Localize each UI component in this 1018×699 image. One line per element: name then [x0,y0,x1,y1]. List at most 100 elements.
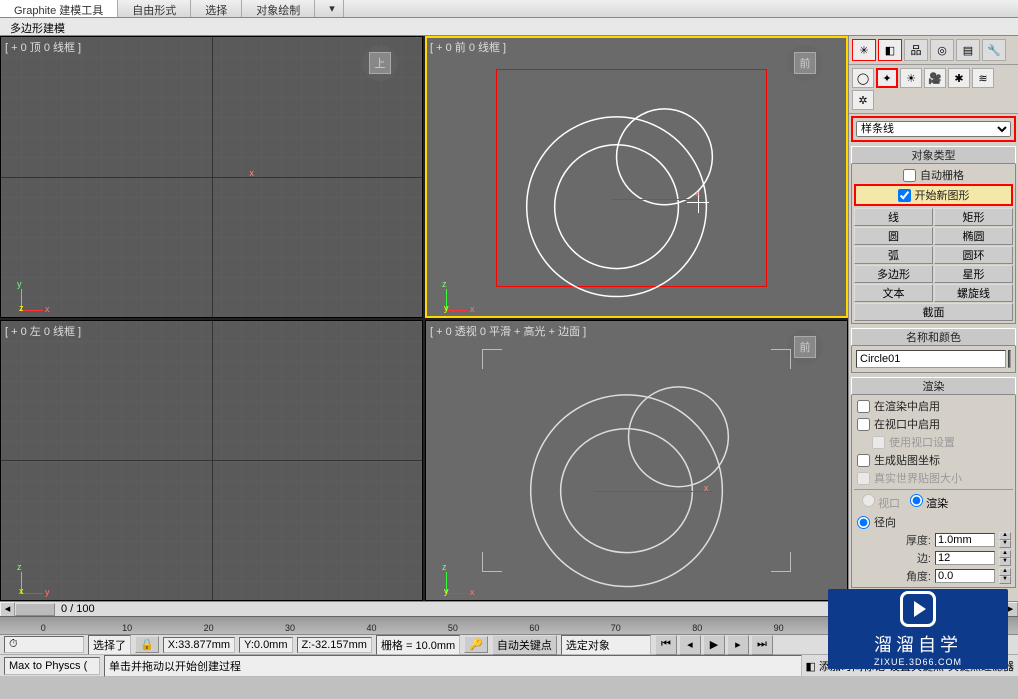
tick: 20 [204,623,214,633]
tick: 80 [692,623,702,633]
script-mini-listener[interactable]: Max to Physcs ( [4,657,100,675]
axis-tripod: y z x [7,558,43,594]
autokey-button[interactable]: 自动关键点 [492,635,557,655]
ribbon-tab-graphite[interactable]: Graphite 建模工具 [0,0,118,17]
ribbon-tab-objpaint[interactable]: 对象绘制 [242,0,315,17]
axis-tripod: x y z [7,275,43,311]
shape-rectangle-button[interactable]: 矩形 [934,208,1013,226]
command-panel-tabs: ✳ ◧ 品 ◎ ▤ 🔧 [849,36,1018,65]
use-viewport-settings-checkbox [872,436,885,449]
autogrid-checkbox[interactable] [903,169,916,182]
geometry-icon[interactable]: ◯ [852,68,874,88]
generate-mapping-label: 生成贴图坐标 [874,452,940,468]
key-target-dropdown[interactable]: 选定对象 [561,635,651,655]
gizmo-x-label: x [704,483,709,493]
shape-section-button[interactable]: 截面 [854,303,1013,321]
tick: 30 [285,623,295,633]
enable-in-render-checkbox[interactable] [857,400,870,413]
key-icon[interactable]: 🔑 [464,636,488,653]
scroll-left-icon[interactable]: ◂ [0,602,15,617]
viewports-area: [ + 0 顶 0 线框 ] 上 x x y z [ + 0 前 0 线框 ] … [0,36,848,601]
coord-x[interactable]: X:33.877mm [163,637,235,653]
play-icon [900,591,936,627]
sides-input[interactable] [935,551,995,565]
viewcube-persp[interactable]: 前 [787,329,823,365]
spinner-arrows[interactable]: ▲▼ [999,532,1011,548]
shape-ellipse-button[interactable]: 椭圆 [934,227,1013,245]
watermark-badge: 溜溜自学 ZIXUE.3D66.COM [828,589,1008,669]
command-panel: ✳ ◧ 品 ◎ ▤ 🔧 ◯ ✦ ☀ 🎥 ✱ ≋ ✲ 样条线 对象类型 自动栅格 … [848,36,1018,601]
ribbon-dropdown[interactable]: ▾ [315,0,344,17]
subribbon-polymodeling[interactable]: 多边形建模 [0,18,75,38]
next-frame-icon[interactable]: ▸ [727,635,749,655]
ribbon-tab-select[interactable]: 选择 [191,0,242,17]
selection-label: 选择了 [88,635,131,655]
coord-y[interactable]: Y:0.0mm [239,637,292,653]
enable-in-render-label: 在渲染中启用 [874,398,940,414]
cameras-icon[interactable]: 🎥 [924,68,946,88]
shape-circle-button[interactable]: 圆 [854,227,933,245]
helpers-icon[interactable]: ✱ [948,68,970,88]
shape-star-button[interactable]: 星形 [934,265,1013,283]
generate-mapping-checkbox[interactable] [857,454,870,467]
shape-helix-button[interactable]: 螺旋线 [934,284,1013,302]
rollout-header-namecolor[interactable]: 名称和颜色 [851,328,1016,346]
viewcube-top[interactable]: 上 [362,45,398,81]
viewport-top[interactable]: [ + 0 顶 0 线框 ] 上 x x y z [0,36,423,318]
viewcube-face[interactable]: 前 [794,52,816,74]
coord-z[interactable]: Z:-32.157mm [297,637,372,653]
goto-start-icon[interactable]: ⏮ [655,635,677,655]
spinner-arrows[interactable]: ▲▼ [999,568,1011,584]
object-color-swatch[interactable] [1008,350,1011,368]
create-tab-icon[interactable]: ✳ [852,39,876,61]
spinner-arrows[interactable]: ▲▼ [999,550,1011,566]
enable-in-viewport-checkbox[interactable] [857,418,870,431]
thickness-input[interactable] [935,533,995,547]
motion-tab-icon[interactable]: ◎ [930,39,954,61]
display-tab-icon[interactable]: ▤ [956,39,980,61]
lights-icon[interactable]: ☀ [900,68,922,88]
radio-render[interactable]: 渲染 [910,494,948,511]
shapes-category-dropdown[interactable]: 样条线 [856,121,1011,137]
viewcube-face[interactable]: 上 [369,52,391,74]
thickness-label: 厚度: [856,532,931,548]
radial-label: 径向 [874,514,896,530]
prompt-line: 单击并拖动以开始创建过程 [104,655,802,677]
enable-in-viewport-label: 在视口中启用 [874,416,940,432]
shape-line-button[interactable]: 线 [854,208,933,226]
shape-text-button[interactable]: 文本 [854,284,933,302]
time-counter: 0 / 100 [55,603,101,615]
subribbon: 多边形建模 [0,18,1018,36]
scroll-thumb[interactable] [15,603,55,616]
shape-ngon-button[interactable]: 多边形 [854,265,933,283]
play-icon[interactable]: ▶ [703,635,725,655]
shapes-icon[interactable]: ✦ [876,68,898,88]
rollout-header-objecttype[interactable]: 对象类型 [851,146,1016,164]
rollout-header-render[interactable]: 渲染 [851,377,1016,395]
start-new-shape-checkbox[interactable] [898,189,911,202]
modify-tab-icon[interactable]: ◧ [878,39,902,61]
utilities-tab-icon[interactable]: 🔧 [982,39,1006,61]
shape-donut-button[interactable]: 圆环 [934,246,1013,264]
shapes-dropdown-wrap: 样条线 [851,116,1016,142]
prev-frame-icon[interactable]: ◂ [679,635,701,655]
shape-arc-button[interactable]: 弧 [854,246,933,264]
viewport-persp[interactable]: [ + 0 透视 0 平滑 + 高光 + 边面 ] 前 x x z y [425,320,848,602]
object-name-input[interactable] [856,350,1006,368]
viewport-front[interactable]: [ + 0 前 0 线框 ] 前 x x z y [425,36,848,318]
ribbon-tab-freeform[interactable]: 自由形式 [118,0,191,17]
real-world-checkbox [857,472,870,485]
viewport-left[interactable]: [ + 0 左 0 线框 ] y z x [0,320,423,602]
systems-icon[interactable]: ✲ [852,90,874,110]
time-config-icon[interactable]: ⏱ [4,636,84,653]
viewcube-front[interactable]: 前 [787,45,823,81]
lock-selection-icon[interactable]: 🔒 [135,636,159,653]
goto-end-icon[interactable]: ⏭ [751,635,773,655]
radial-radio[interactable] [857,516,870,529]
spacewarps-icon[interactable]: ≋ [972,68,994,88]
viewcube-face[interactable]: 前 [794,336,816,358]
angle-input[interactable] [935,569,995,583]
viewport-front-label: [ + 0 前 0 线框 ] [430,39,506,55]
hierarchy-tab-icon[interactable]: 品 [904,39,928,61]
tick: 0 [41,623,46,633]
